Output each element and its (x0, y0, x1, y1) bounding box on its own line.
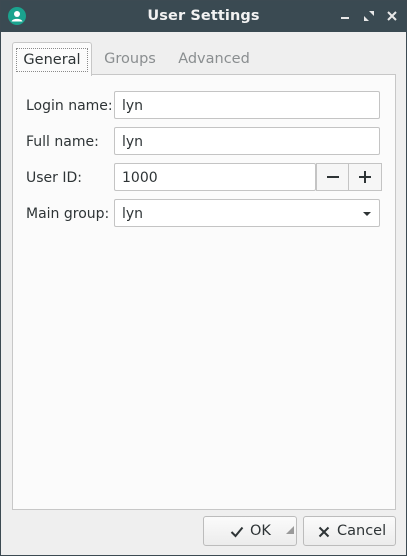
tab-advanced-label: Advanced (178, 51, 250, 67)
user-settings-window: User Settings General Groups Advanced Lo… (0, 0, 407, 556)
cancel-button[interactable]: Cancel (303, 516, 396, 546)
plus-icon (359, 171, 371, 183)
login-name-label: Login name: (26, 98, 113, 114)
ok-button[interactable]: OK (203, 516, 297, 546)
resize-grip-icon[interactable] (286, 526, 294, 534)
login-name-row: Login name: lyn (13, 91, 395, 121)
tab-groups[interactable]: Groups (99, 42, 161, 75)
title-bar[interactable]: User Settings (1, 1, 406, 32)
login-name-input[interactable]: lyn (114, 91, 380, 119)
close-icon[interactable] (385, 9, 399, 23)
login-name-value: lyn (122, 98, 144, 114)
user-id-stepper (316, 163, 382, 191)
decrement-button[interactable] (316, 164, 348, 190)
tab-general-label: General (16, 48, 88, 72)
minus-icon (327, 176, 339, 178)
user-id-row: User ID: 1000 (13, 163, 395, 193)
x-icon (318, 526, 330, 538)
user-id-input[interactable]: 1000 (114, 163, 316, 191)
main-group-label: Main group: (26, 206, 110, 222)
ok-button-label: OK (250, 523, 271, 539)
maximize-icon[interactable] (362, 9, 376, 23)
full-name-row: Full name: lyn (13, 127, 395, 157)
minimize-icon[interactable] (338, 9, 352, 23)
main-group-value: lyn (122, 206, 144, 222)
cancel-button-label: Cancel (337, 523, 387, 539)
tab-general[interactable]: General (12, 42, 92, 76)
general-tab-panel: Login name: lyn Full name: lyn User ID: … (12, 74, 396, 510)
main-group-row: Main group: lyn (13, 199, 395, 229)
full-name-input[interactable]: lyn (114, 127, 380, 155)
tab-groups-label: Groups (104, 51, 156, 67)
full-name-value: lyn (122, 134, 144, 150)
increment-button[interactable] (348, 164, 380, 190)
user-id-label: User ID: (26, 170, 82, 186)
tab-advanced[interactable]: Advanced (174, 42, 254, 75)
checkmark-icon (230, 526, 244, 538)
chevron-down-icon (363, 212, 371, 216)
user-id-value: 1000 (122, 170, 158, 186)
main-group-select[interactable]: lyn (114, 199, 380, 227)
full-name-label: Full name: (26, 134, 99, 150)
